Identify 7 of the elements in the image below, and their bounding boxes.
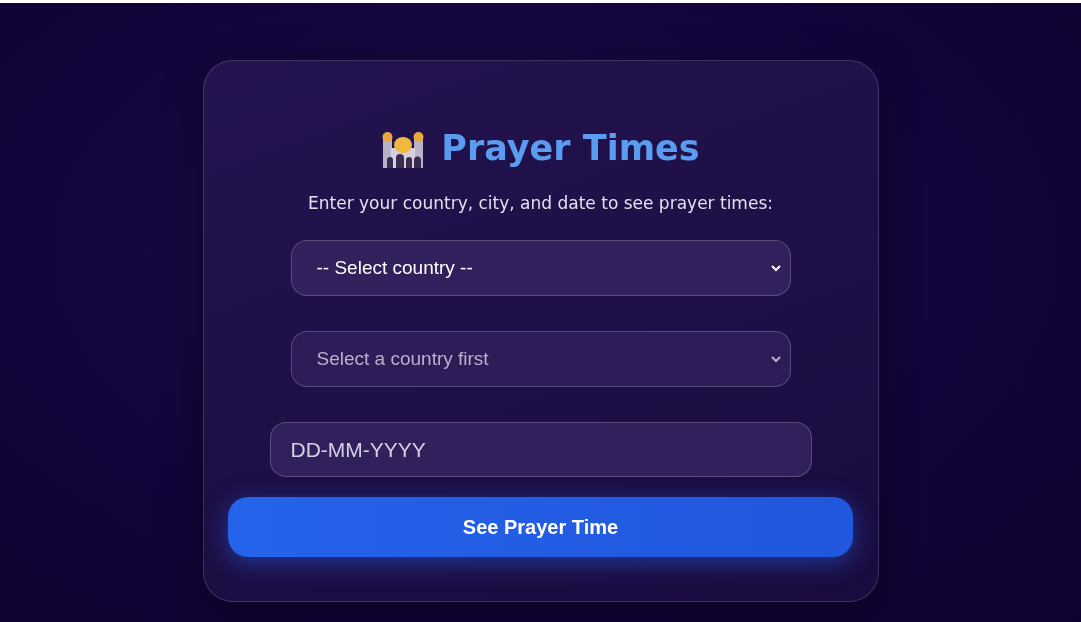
submit-button[interactable]: See Prayer Time — [228, 497, 853, 557]
chevron-icon — [769, 355, 782, 363]
instruction-text: Enter your country, city, and date to see prayer times: — [308, 193, 773, 213]
date-field[interactable]: DD-MM-YYYY — [269, 422, 812, 477]
chevron-icon — [769, 264, 782, 272]
page-title: Prayer Times — [441, 128, 700, 168]
dropdown-field[interactable]: -- Select country -- — [290, 240, 791, 296]
